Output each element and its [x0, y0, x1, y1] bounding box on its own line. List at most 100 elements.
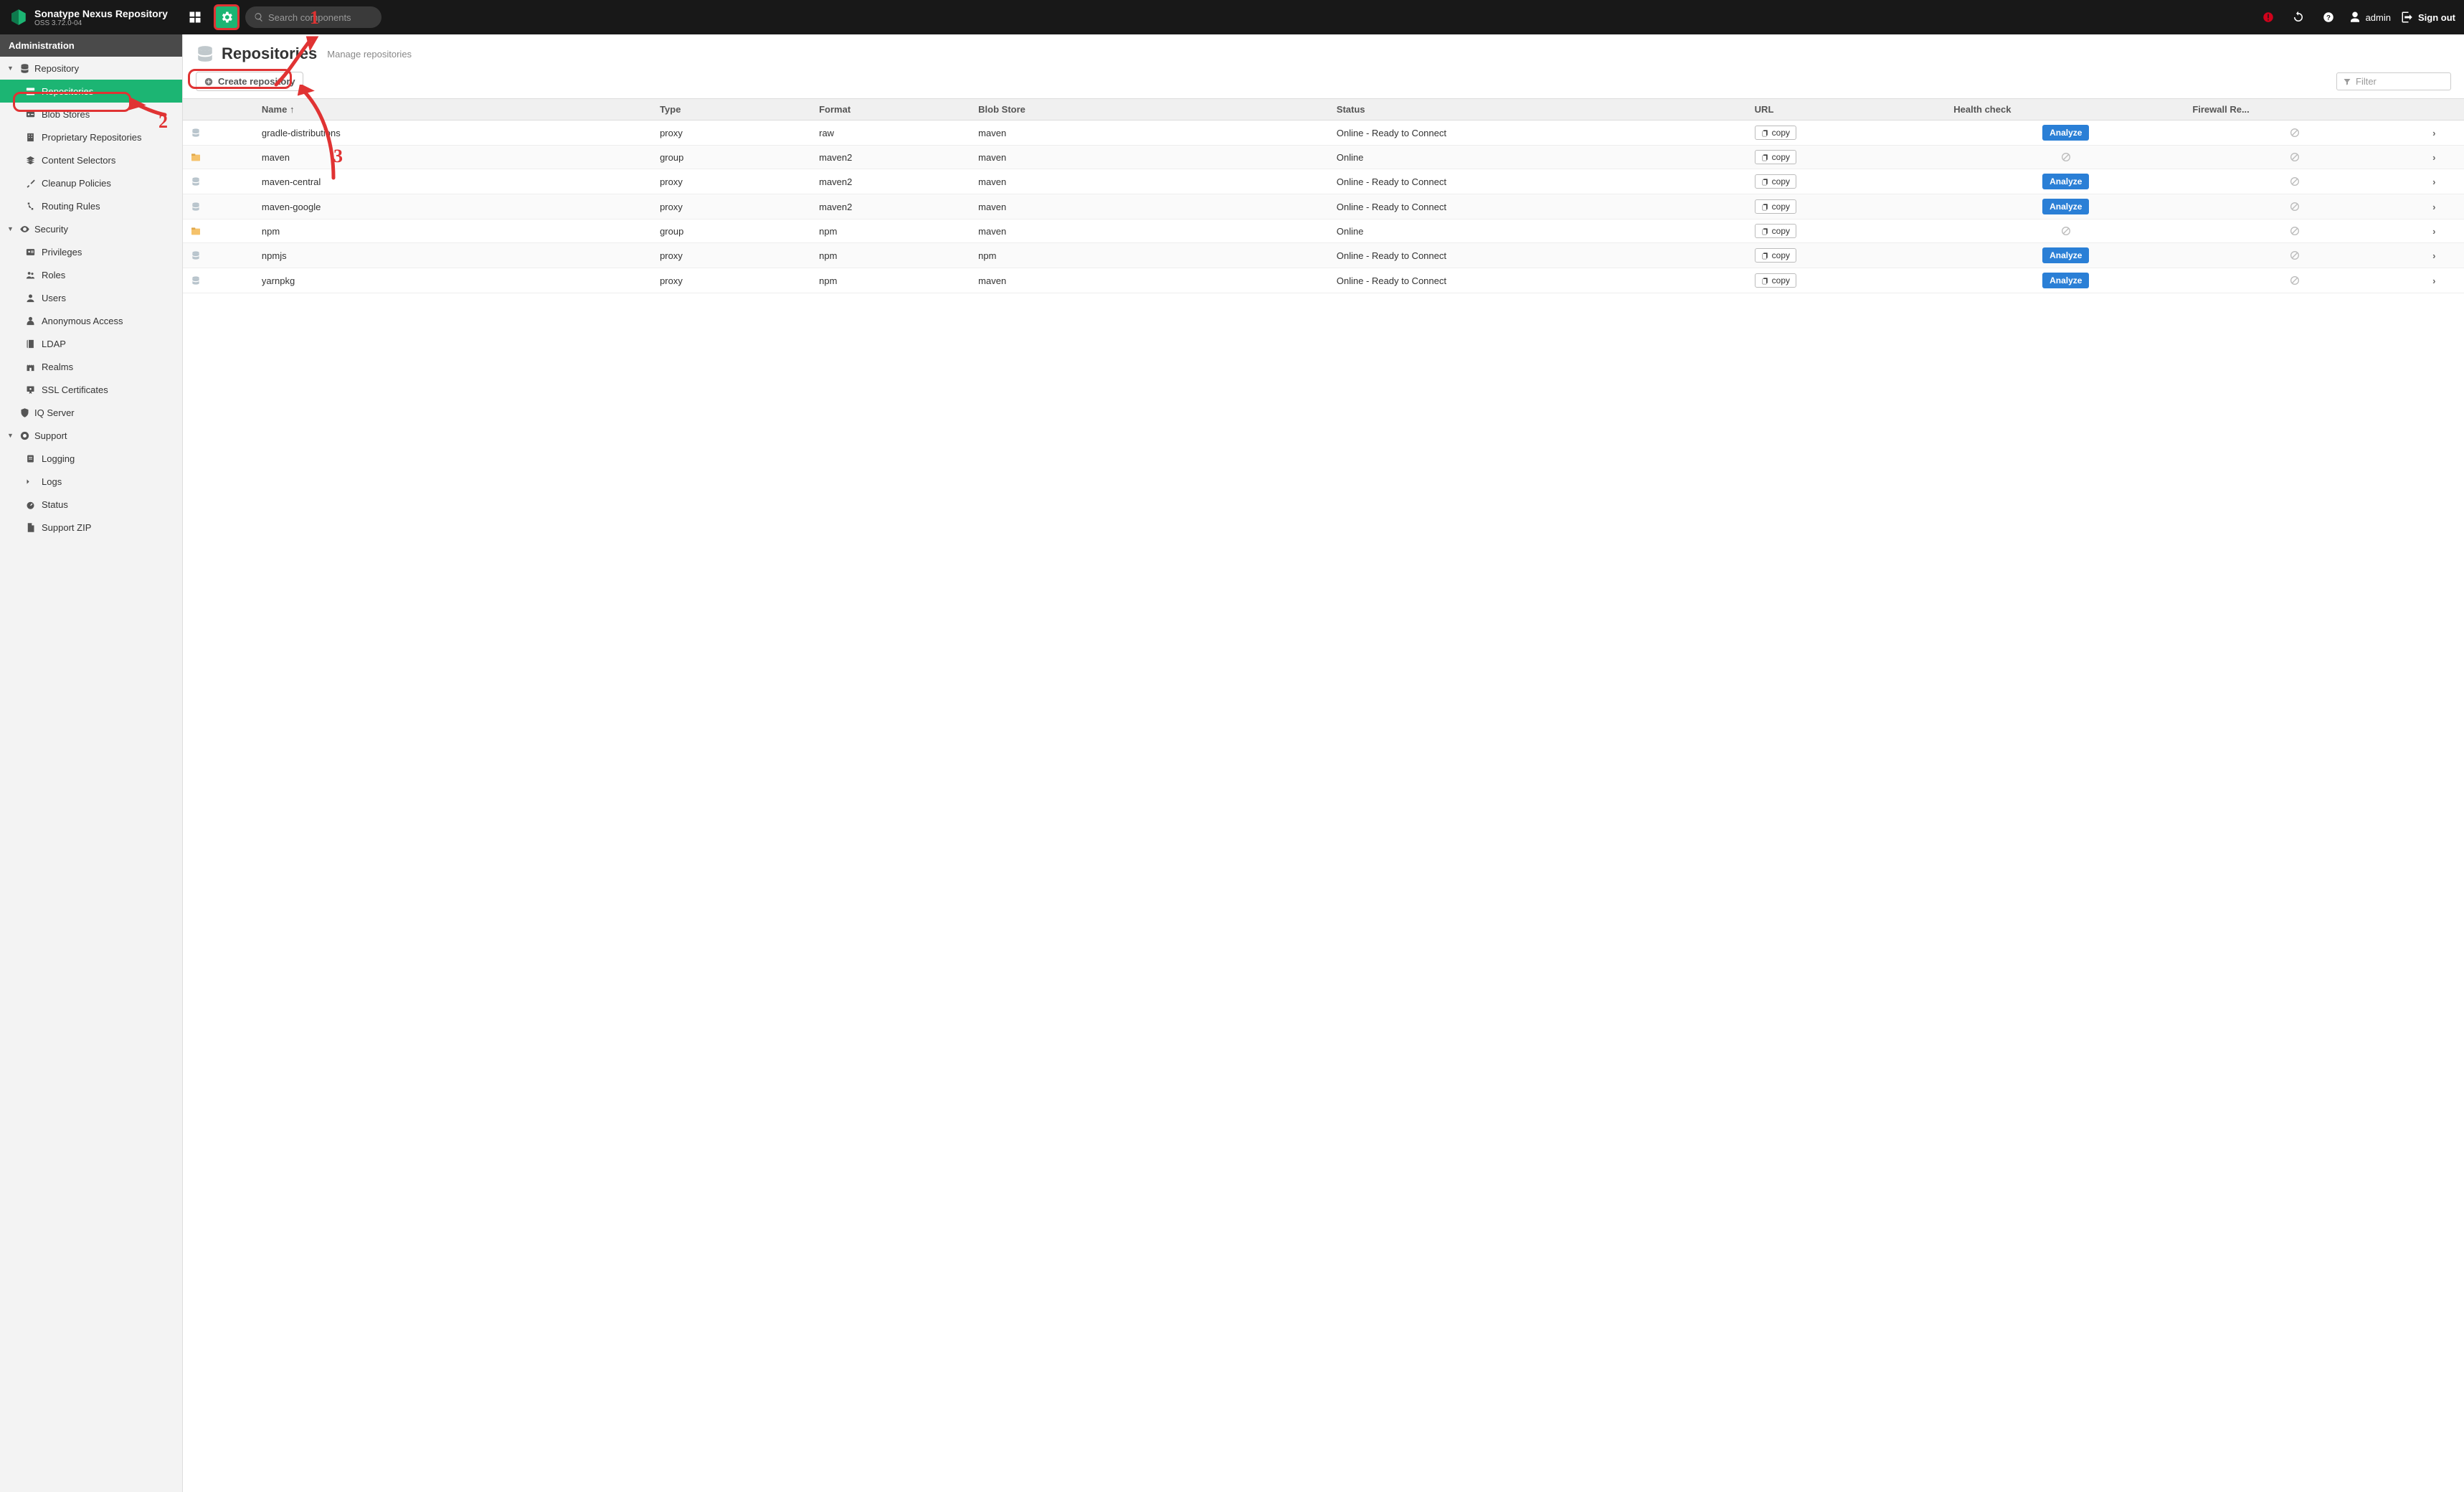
repo-type-icon	[190, 176, 202, 187]
chevron-right-icon[interactable]: ›	[2404, 194, 2464, 219]
clipboard-icon	[1761, 277, 1769, 285]
chevron-right-icon[interactable]: ›	[2404, 219, 2464, 243]
table-row[interactable]: maven-google proxy maven2 maven Online -…	[183, 194, 2464, 219]
analyze-button[interactable]: Analyze	[2042, 247, 2089, 263]
shield-icon	[19, 407, 30, 418]
col-health-check[interactable]: Health check	[1946, 99, 2185, 121]
chevron-right-icon[interactable]: ›	[2404, 169, 2464, 194]
copy-url-button[interactable]: copy	[1755, 174, 1796, 189]
person-icon	[24, 315, 36, 326]
col-name[interactable]: Name ↑	[255, 99, 653, 121]
create-repository-button[interactable]: Create repository	[196, 72, 303, 91]
database-icon	[196, 44, 214, 63]
table-row[interactable]: yarnpkg proxy npm maven Online - Ready t…	[183, 268, 2464, 293]
sidebar-item-anonymous-access[interactable]: Anonymous Access	[0, 309, 182, 332]
disabled-icon	[2192, 127, 2397, 138]
copy-url-button[interactable]: copy	[1755, 248, 1796, 263]
admin-mode-button[interactable]	[214, 4, 240, 30]
analyze-button[interactable]: Analyze	[2042, 174, 2089, 189]
chevron-right-icon[interactable]: ›	[2404, 243, 2464, 268]
nav-group-label: IQ Server	[34, 407, 75, 418]
sidebar-item-users[interactable]: Users	[0, 286, 182, 309]
id-card-icon	[24, 246, 36, 258]
col-type[interactable]: Type	[653, 99, 812, 121]
alert-icon[interactable]	[2258, 7, 2278, 27]
help-icon[interactable]: ?	[2318, 7, 2339, 27]
table-row[interactable]: maven group maven2 maven Online copy ›	[183, 146, 2464, 169]
book-icon	[24, 338, 36, 349]
chevron-right-icon[interactable]: ›	[2404, 121, 2464, 146]
copy-url-button[interactable]: copy	[1755, 224, 1796, 238]
hdd-icon	[24, 108, 36, 120]
disabled-icon	[2192, 275, 2397, 286]
repo-format: npm	[812, 243, 971, 268]
table-row[interactable]: npm group npm maven Online copy ›	[183, 219, 2464, 243]
user-name: admin	[2366, 12, 2391, 23]
copy-url-button[interactable]: copy	[1755, 150, 1796, 164]
signout-button[interactable]: Sign out	[2401, 11, 2455, 24]
nav-group-iq server[interactable]: IQ Server	[0, 401, 182, 424]
nav-group-security[interactable]: ▼ Security	[0, 217, 182, 240]
search-box[interactable]: Search components	[245, 6, 382, 28]
clipboard-icon	[1761, 129, 1769, 137]
sidebar-item-privileges[interactable]: Privileges	[0, 240, 182, 263]
col-blob[interactable]: Blob Store	[971, 99, 1330, 121]
analyze-button[interactable]: Analyze	[2042, 199, 2089, 214]
chevron-right-icon[interactable]: ›	[2404, 268, 2464, 293]
layers-icon	[24, 154, 36, 166]
copy-url-button[interactable]: copy	[1755, 126, 1796, 140]
sidebar-item-status[interactable]: Status	[0, 493, 182, 516]
sidebar-item-ldap[interactable]: LDAP	[0, 332, 182, 355]
sidebar-item-label: Anonymous Access	[42, 316, 123, 326]
filter-input[interactable]: Filter	[2336, 72, 2451, 90]
nav-group-support[interactable]: ▼ Support	[0, 424, 182, 447]
table-row[interactable]: maven-central proxy maven2 maven Online …	[183, 169, 2464, 194]
sidebar-item-proprietary-repositories[interactable]: Proprietary Repositories	[0, 126, 182, 148]
repo-type-icon	[190, 250, 202, 261]
table-row[interactable]: gradle-distributions proxy raw maven Onl…	[183, 121, 2464, 146]
filter-icon	[2343, 77, 2351, 86]
col-format[interactable]: Format	[812, 99, 971, 121]
nexus-logo-icon	[9, 7, 29, 27]
brand-subtitle: OSS 3.72.0-04	[34, 19, 168, 27]
clipboard-icon	[1761, 178, 1769, 186]
sidebar-item-repositories[interactable]: Repositories	[0, 80, 182, 103]
repo-format: raw	[812, 121, 971, 146]
sidebar-item-realms[interactable]: Realms	[0, 355, 182, 378]
nav-group-repository[interactable]: ▼ Repository	[0, 57, 182, 80]
analyze-button[interactable]: Analyze	[2042, 273, 2089, 288]
sidebar-item-content-selectors[interactable]: Content Selectors	[0, 148, 182, 171]
col-url[interactable]: URL	[1748, 99, 1947, 121]
repo-status: Online - Ready to Connect	[1330, 268, 1748, 293]
sidebar-item-routing-rules[interactable]: Routing Rules	[0, 194, 182, 217]
copy-url-button[interactable]: copy	[1755, 273, 1796, 288]
sidebar-item-roles[interactable]: Roles	[0, 263, 182, 286]
sidebar-item-cleanup-policies[interactable]: Cleanup Policies	[0, 171, 182, 194]
sidebar-item-label: Roles	[42, 270, 65, 280]
col-status[interactable]: Status	[1330, 99, 1748, 121]
server-icon	[24, 85, 36, 97]
repo-name: gradle-distributions	[255, 121, 653, 146]
sidebar-item-support-zip[interactable]: Support ZIP	[0, 516, 182, 539]
repo-status: Online	[1330, 219, 1748, 243]
user-menu[interactable]: admin	[2349, 11, 2391, 24]
sidebar-item-logging[interactable]: Logging	[0, 447, 182, 470]
sidebar-item-ssl-certificates[interactable]: SSL Certificates	[0, 378, 182, 401]
refresh-icon[interactable]	[2288, 7, 2308, 27]
plus-circle-icon	[204, 77, 214, 87]
sidebar-item-logs[interactable]: Logs	[0, 470, 182, 493]
clipboard-icon	[1761, 227, 1769, 235]
nav-group-label: Support	[34, 430, 67, 441]
main-content: Repositories Manage repositories Create …	[183, 34, 2464, 1492]
sidebar-item-blob-stores[interactable]: Blob Stores	[0, 103, 182, 126]
sidebar-item-label: Cleanup Policies	[42, 178, 111, 189]
terminal-icon	[24, 476, 36, 487]
repo-type-icon	[190, 275, 202, 286]
chevron-right-icon[interactable]: ›	[2404, 146, 2464, 169]
analyze-button[interactable]: Analyze	[2042, 125, 2089, 141]
table-row[interactable]: npmjs proxy npm npm Online - Ready to Co…	[183, 243, 2464, 268]
browse-mode-button[interactable]	[182, 4, 208, 30]
copy-url-button[interactable]: copy	[1755, 199, 1796, 214]
chevron-down-icon: ▼	[7, 65, 14, 72]
col-firewall[interactable]: Firewall Re...	[2185, 99, 2404, 121]
